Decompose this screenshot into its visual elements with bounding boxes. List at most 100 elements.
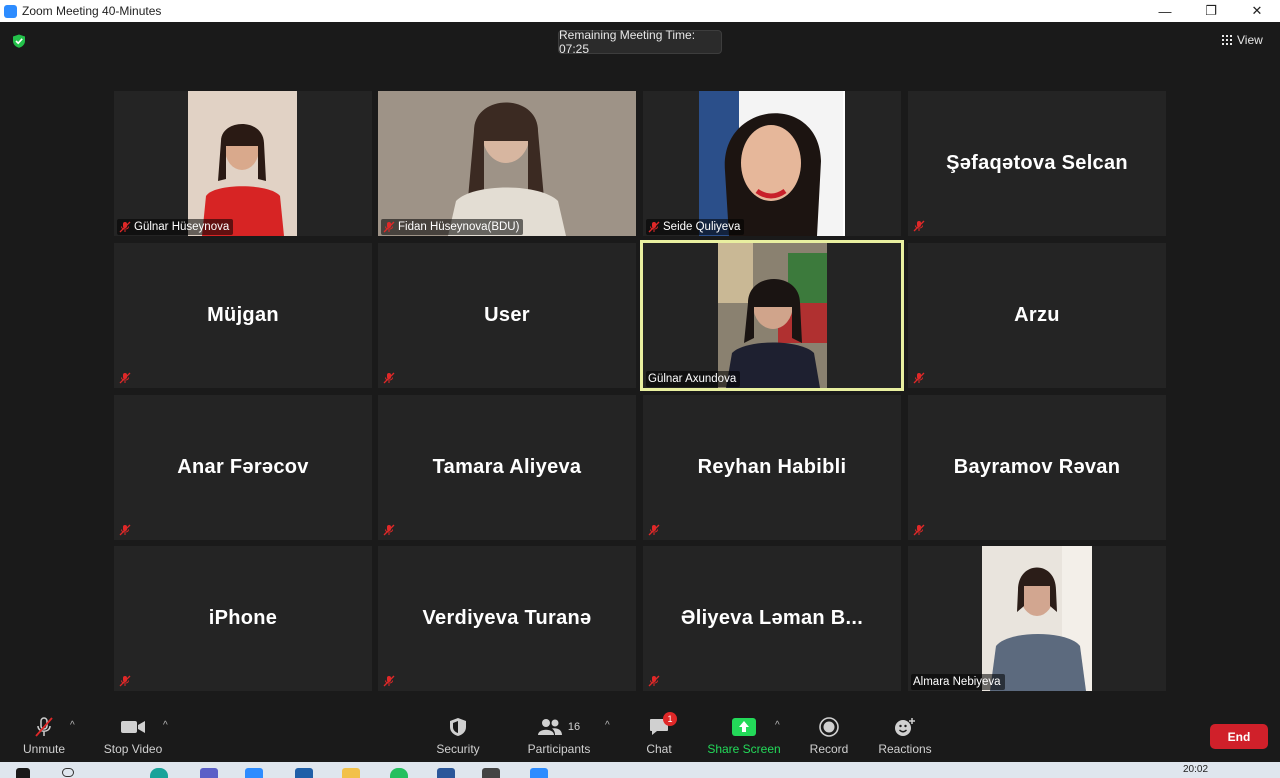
encryption-shield-icon[interactable] <box>12 34 26 48</box>
chat-unread-badge: 1 <box>663 712 677 726</box>
muted-mic-icon <box>913 220 925 232</box>
participant-name: Müjgan <box>207 304 279 326</box>
window-title: Zoom Meeting 40-Minutes <box>22 4 162 18</box>
participant-video <box>718 243 827 388</box>
participant-name: Bayramov Rəvan <box>953 456 1121 478</box>
participant-video <box>188 91 297 236</box>
participant-name: Reyhan Habibli <box>697 456 847 478</box>
stop-video-button[interactable]: Stop Video <box>104 716 162 756</box>
participants-button[interactable]: 16 Participants <box>528 716 590 756</box>
muted-mic-icon <box>119 221 131 233</box>
edge-browser-icon[interactable] <box>150 768 168 778</box>
participant-name: Şəfaqətova Selcan <box>946 152 1128 174</box>
participant-tile[interactable]: Tamara Aliyeva <box>378 395 636 540</box>
zoom-app-taskbar-icon[interactable] <box>530 768 548 778</box>
participant-name: Almara Nebiyeva <box>913 676 1001 688</box>
meeting-toolbar: Unmute ^ Stop Video ^ Security 16 Partic… <box>0 712 1280 762</box>
word-icon[interactable] <box>437 768 455 778</box>
security-shield-icon <box>450 718 466 736</box>
participant-tile[interactable]: User <box>378 243 636 388</box>
participants-people-icon <box>537 719 562 735</box>
record-icon <box>819 717 839 737</box>
zoom-app-icon <box>4 4 17 18</box>
muted-mic-icon <box>383 372 395 384</box>
participant-tile[interactable]: Şəfaqətova Selcan <box>908 91 1166 236</box>
participant-name: Tamara Aliyeva <box>432 456 582 478</box>
taskbar-clock: 20:02 <box>1183 764 1209 775</box>
participant-tile[interactable]: Seide Quliyeva <box>643 91 901 236</box>
participant-tile[interactable]: Anar Fərəcov <box>114 395 372 540</box>
muted-mic-icon <box>648 221 660 233</box>
participant-name: Əliyeva Ləman B... <box>680 607 864 629</box>
muted-microphone-icon <box>35 717 53 737</box>
chat-button[interactable]: 1 Chat <box>646 712 677 756</box>
smiley-reaction-icon <box>895 718 915 736</box>
share-screen-button[interactable]: Share Screen <box>707 716 781 756</box>
teams-icon[interactable] <box>200 768 218 778</box>
reactions-button[interactable]: Reactions <box>878 716 932 756</box>
zoom-taskbar-icon[interactable] <box>245 768 263 778</box>
muted-mic-icon <box>383 675 395 687</box>
share-screen-label: Share Screen <box>707 742 781 756</box>
audio-options-caret-icon[interactable]: ^ <box>70 720 75 731</box>
participant-tile[interactable]: Əliyeva Ləman B... <box>643 546 901 691</box>
app-taskbar-icon[interactable] <box>295 768 313 778</box>
participant-tile[interactable]: Müjgan <box>114 243 372 388</box>
stop-video-label: Stop Video <box>103 742 163 756</box>
participant-label: Gülnar Axundova <box>646 371 741 387</box>
participant-name: Fidan Hüseynova(BDU) <box>398 221 520 233</box>
muted-mic-icon <box>119 372 131 384</box>
record-button[interactable]: Record <box>810 716 848 756</box>
security-button[interactable]: Security <box>436 716 480 756</box>
participant-name: Verdiyeva Turanə <box>422 607 592 629</box>
participant-tile[interactable]: Gülnar Hüseynova <box>114 91 372 236</box>
participant-name: iPhone <box>208 607 278 629</box>
muted-mic-icon <box>119 675 131 687</box>
share-options-caret-icon[interactable]: ^ <box>775 720 780 731</box>
participant-label: Gülnar Hüseynova <box>117 219 234 235</box>
unmute-label: Unmute <box>22 742 66 756</box>
participant-name: Gülnar Hüseynova <box>134 221 230 233</box>
os-taskbar: 20:02 <box>0 762 1280 778</box>
close-button[interactable]: ✕ <box>1234 0 1280 22</box>
media-app-icon[interactable] <box>482 768 500 778</box>
window-title-bar: Zoom Meeting 40-Minutes — ❐ ✕ <box>0 0 1280 22</box>
whatsapp-icon[interactable] <box>390 768 408 778</box>
view-label: View <box>1237 33 1263 47</box>
muted-mic-icon <box>648 524 660 536</box>
muted-mic-icon <box>648 675 660 687</box>
participant-name: Anar Fərəcov <box>177 456 309 478</box>
participants-count: 16 <box>567 721 581 733</box>
share-screen-arrow-icon <box>732 718 756 736</box>
gallery-grid-icon <box>1222 35 1232 45</box>
unmute-button[interactable]: Unmute <box>22 716 66 756</box>
participant-tile[interactable]: Arzu <box>908 243 1166 388</box>
window-controls: — ❐ ✕ <box>1142 0 1280 22</box>
remaining-time-badge: Remaining Meeting Time: 07:25 <box>558 28 722 56</box>
participant-tile[interactable]: Bayramov Rəvan <box>908 395 1166 540</box>
participant-tile-active-speaker[interactable]: Gülnar Axundova <box>640 240 904 391</box>
restore-button[interactable]: ❐ <box>1188 0 1234 22</box>
view-button[interactable]: View <box>1222 30 1263 50</box>
participant-label: Almara Nebiyeva <box>911 674 1005 690</box>
minimize-button[interactable]: — <box>1142 0 1188 22</box>
participant-tile[interactable]: Verdiyeva Turanə <box>378 546 636 691</box>
chat-label: Chat <box>646 742 672 756</box>
participant-name: Arzu <box>1014 304 1060 326</box>
participant-tile[interactable]: iPhone <box>114 546 372 691</box>
participant-tile[interactable]: Almara Nebiyeva <box>908 546 1166 691</box>
participant-video <box>699 91 845 236</box>
record-label: Record <box>809 742 849 756</box>
participant-tile[interactable]: Fidan Hüseynova(BDU) <box>378 91 636 236</box>
end-meeting-button[interactable]: End <box>1210 724 1268 749</box>
start-windows-icon[interactable] <box>16 768 30 778</box>
muted-mic-icon <box>119 524 131 536</box>
video-camera-icon <box>121 721 145 733</box>
video-options-caret-icon[interactable]: ^ <box>163 720 168 731</box>
reactions-label: Reactions <box>878 742 932 756</box>
search-icon[interactable] <box>62 768 74 777</box>
participant-tile[interactable]: Reyhan Habibli <box>643 395 901 540</box>
muted-mic-icon <box>913 372 925 384</box>
participants-options-caret-icon[interactable]: ^ <box>605 720 610 731</box>
file-explorer-icon[interactable] <box>342 768 360 778</box>
